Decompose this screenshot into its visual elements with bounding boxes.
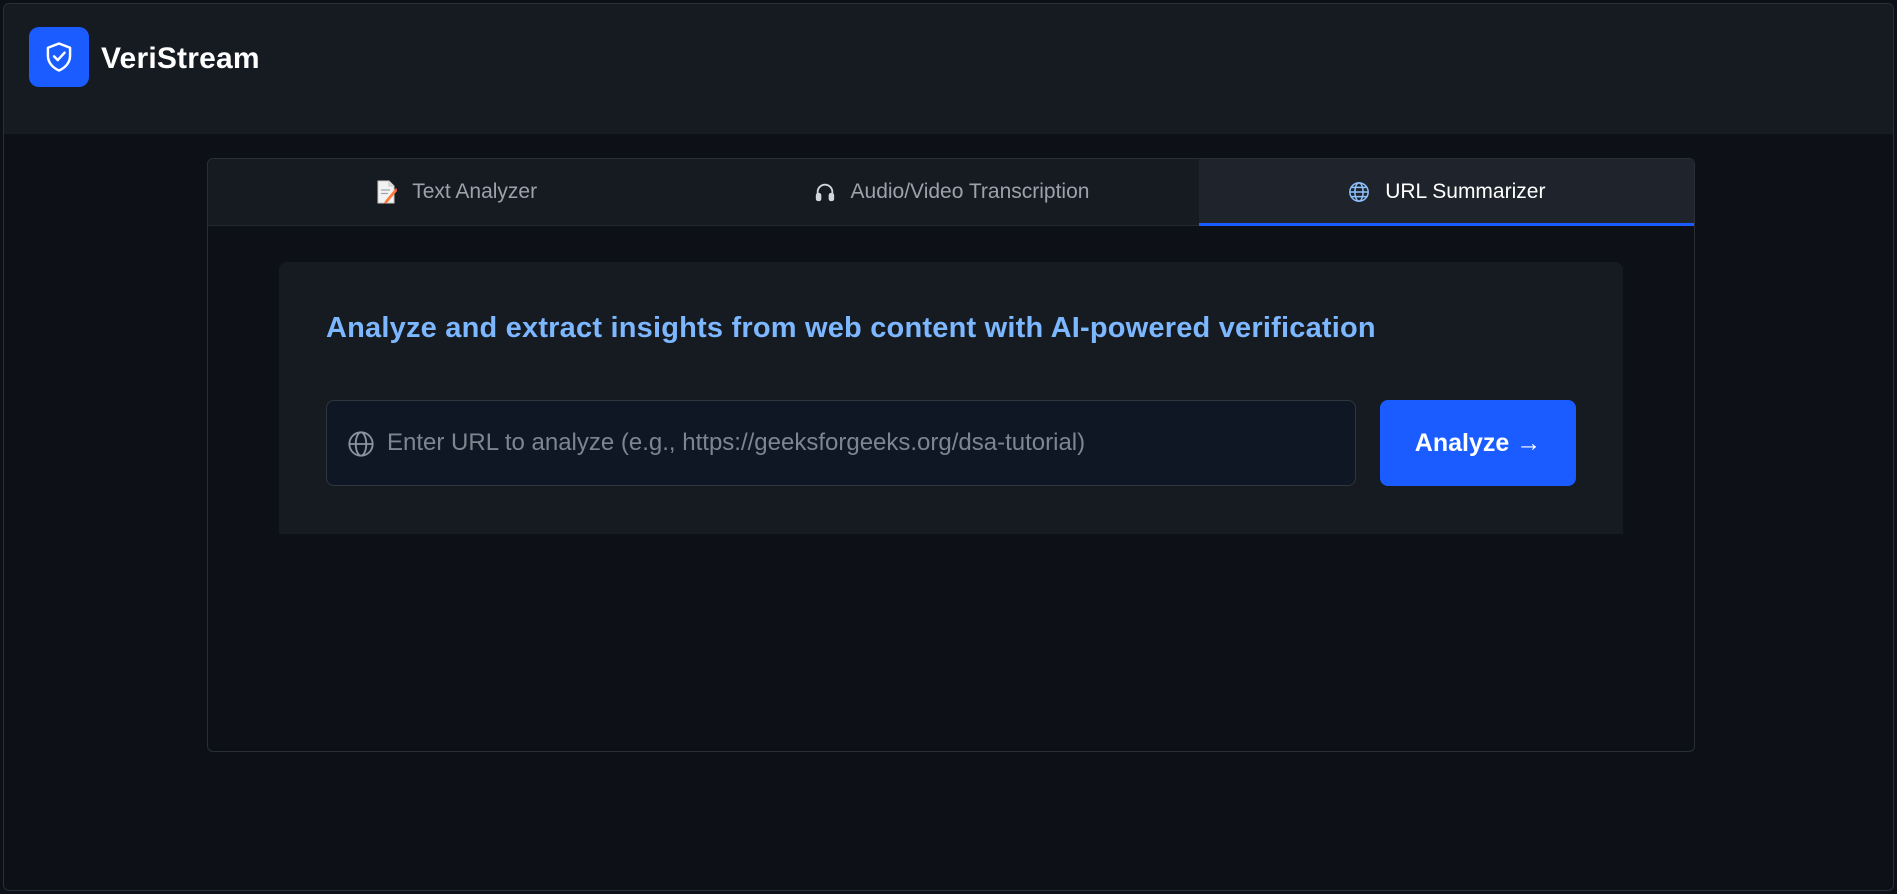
memo-icon [374,180,398,204]
main-panel: Text Analyzer Audio/Video Transcription [207,158,1695,752]
globe-icon [347,430,375,458]
tab-audio-video-transcription[interactable]: Audio/Video Transcription [703,159,1198,225]
tab-text-analyzer[interactable]: Text Analyzer [208,159,703,225]
url-input-group [326,400,1356,486]
analyze-button-label: Analyze → [1414,428,1542,457]
brand-name: VeriStream [101,42,260,75]
analyze-button[interactable]: Analyze → [1380,400,1576,486]
url-summarizer-card: Analyze and extract insights from web co… [279,262,1623,534]
logo-badge[interactable] [29,27,89,87]
url-input[interactable] [387,401,1347,485]
tab-label: Text Analyzer [412,180,538,203]
headphones-icon [813,180,837,204]
app-window: VeriStream Text Analyzer Audio/Video Tra… [3,3,1894,891]
tab-label: URL Summarizer [1385,180,1546,203]
top-bar: VeriStream [4,4,1893,134]
tab-bar: Text Analyzer Audio/Video Transcription [208,159,1695,226]
shield-check-icon [46,42,72,72]
globe-icon [1347,180,1371,204]
tab-label: Audio/Video Transcription [850,180,1090,203]
section-headline: Analyze and extract insights from web co… [326,312,1376,344]
tab-url-summarizer[interactable]: URL Summarizer [1198,159,1695,226]
